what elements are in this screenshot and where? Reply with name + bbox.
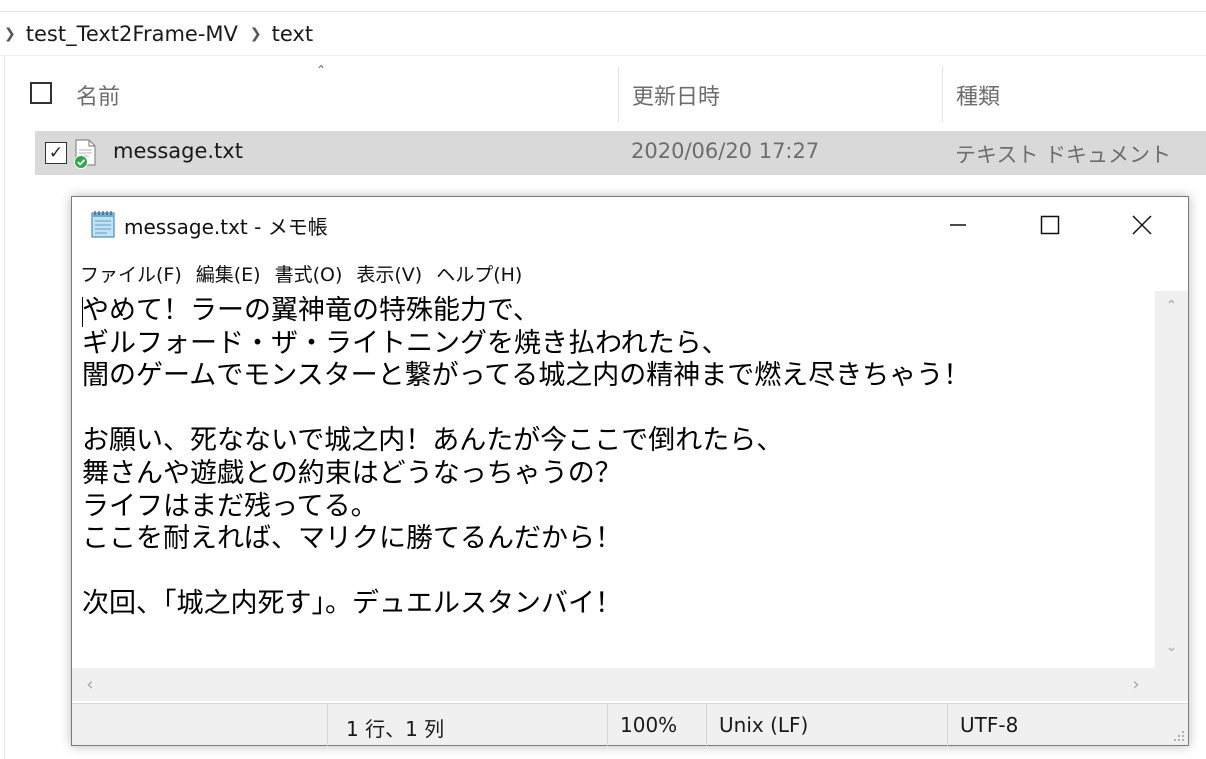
scrollbar-corner (1155, 668, 1188, 701)
scroll-right-icon[interactable]: › (1122, 668, 1150, 701)
status-encoding: UTF-8 (960, 713, 1019, 737)
text-file-icon (74, 139, 96, 169)
breadcrumb: ❯ test_Text2Frame-MV ❯ text (0, 14, 1206, 54)
file-row-checkbox[interactable]: ✓ (45, 142, 67, 164)
status-divider (947, 704, 948, 746)
status-cursor-position: 1 行、1 列 (346, 717, 445, 741)
text-editor[interactable]: やめて！ラーの翼神竜の特殊能力で、 ギルフォード・ザ・ライトニングを焼き払われた… (72, 291, 1155, 668)
menu-edit[interactable]: 編集(E) (194, 260, 263, 287)
file-date: 2020/06/20 17:27 (631, 139, 820, 163)
scroll-left-icon[interactable]: ‹ (76, 668, 104, 701)
file-row[interactable]: ✓ message.txt 2020/06/20 17:27 テキスト ドキュメ… (35, 131, 1206, 175)
checkmark-icon: ✓ (48, 142, 64, 163)
column-header-type-label: 種類 (956, 85, 1001, 110)
status-divider (607, 704, 608, 746)
minimize-icon (950, 224, 966, 226)
document-text[interactable]: やめて！ラーの翼神竜の特殊能力で、 ギルフォード・ザ・ライトニングを焼き払われた… (82, 295, 970, 621)
file-name[interactable]: message.txt (113, 139, 243, 163)
column-header-date[interactable]: 更新日時 (632, 70, 720, 120)
maximize-button[interactable] (1004, 197, 1096, 253)
window-title: message.txt - メモ帳 (124, 215, 328, 239)
column-divider[interactable] (618, 66, 619, 122)
sync-ok-icon (74, 155, 88, 169)
column-header-type[interactable]: 種類 (956, 70, 1000, 120)
close-icon (1132, 215, 1152, 235)
toolbar-divider (0, 11, 1206, 12)
status-bar: 1 行、1 列 100% Unix (LF) UTF-8 (72, 703, 1188, 746)
chevron-right-icon[interactable]: ❯ (4, 26, 16, 42)
file-type: テキスト ドキュメント (955, 143, 1172, 167)
close-button[interactable] (1096, 197, 1188, 253)
status-divider (706, 704, 707, 746)
column-divider[interactable] (942, 66, 943, 122)
menu-format[interactable]: 書式(O) (273, 260, 345, 287)
title-bar[interactable]: message.txt - メモ帳 (72, 197, 1188, 253)
column-header-name[interactable]: 名前 (76, 70, 120, 120)
menu-file[interactable]: ファイル(F) (78, 260, 184, 287)
maximize-icon (1040, 215, 1060, 235)
chevron-right-icon[interactable]: ❯ (250, 26, 262, 42)
menu-bar: ファイル(F) 編集(E) 書式(O) 表示(V) ヘルプ(H) (72, 257, 1188, 289)
chevron-up-icon: ⌃ (316, 63, 327, 77)
vertical-scrollbar[interactable]: ⌃ ⌄ (1155, 291, 1188, 668)
status-line-ending: Unix (LF) (719, 713, 809, 737)
breadcrumb-item-subfolder[interactable]: text (272, 22, 313, 46)
status-divider (327, 704, 328, 746)
scroll-up-icon[interactable]: ⌃ (1155, 293, 1188, 319)
column-header-name-label: 名前 (76, 85, 121, 110)
select-all-checkbox[interactable] (30, 82, 52, 104)
column-header-date-label: 更新日時 (632, 85, 721, 110)
breadcrumb-item-folder[interactable]: test_Text2Frame-MV (26, 22, 238, 46)
menu-help[interactable]: ヘルプ(H) (434, 260, 524, 287)
scroll-down-icon[interactable]: ⌄ (1155, 634, 1188, 660)
horizontal-scrollbar[interactable]: ‹ › (72, 668, 1155, 701)
text-caret (82, 297, 83, 327)
breadcrumb-divider (0, 55, 1206, 56)
status-zoom: 100% (620, 713, 678, 737)
minimize-button[interactable] (912, 197, 1004, 253)
pane-divider (4, 56, 5, 759)
menu-view[interactable]: 表示(V) (354, 260, 424, 287)
notepad-window[interactable]: message.txt - メモ帳 ファイル(F) 編集(E) 書式(O) 表示… (71, 196, 1189, 746)
notepad-icon[interactable] (88, 209, 118, 239)
resize-grip-icon[interactable] (1170, 727, 1186, 743)
